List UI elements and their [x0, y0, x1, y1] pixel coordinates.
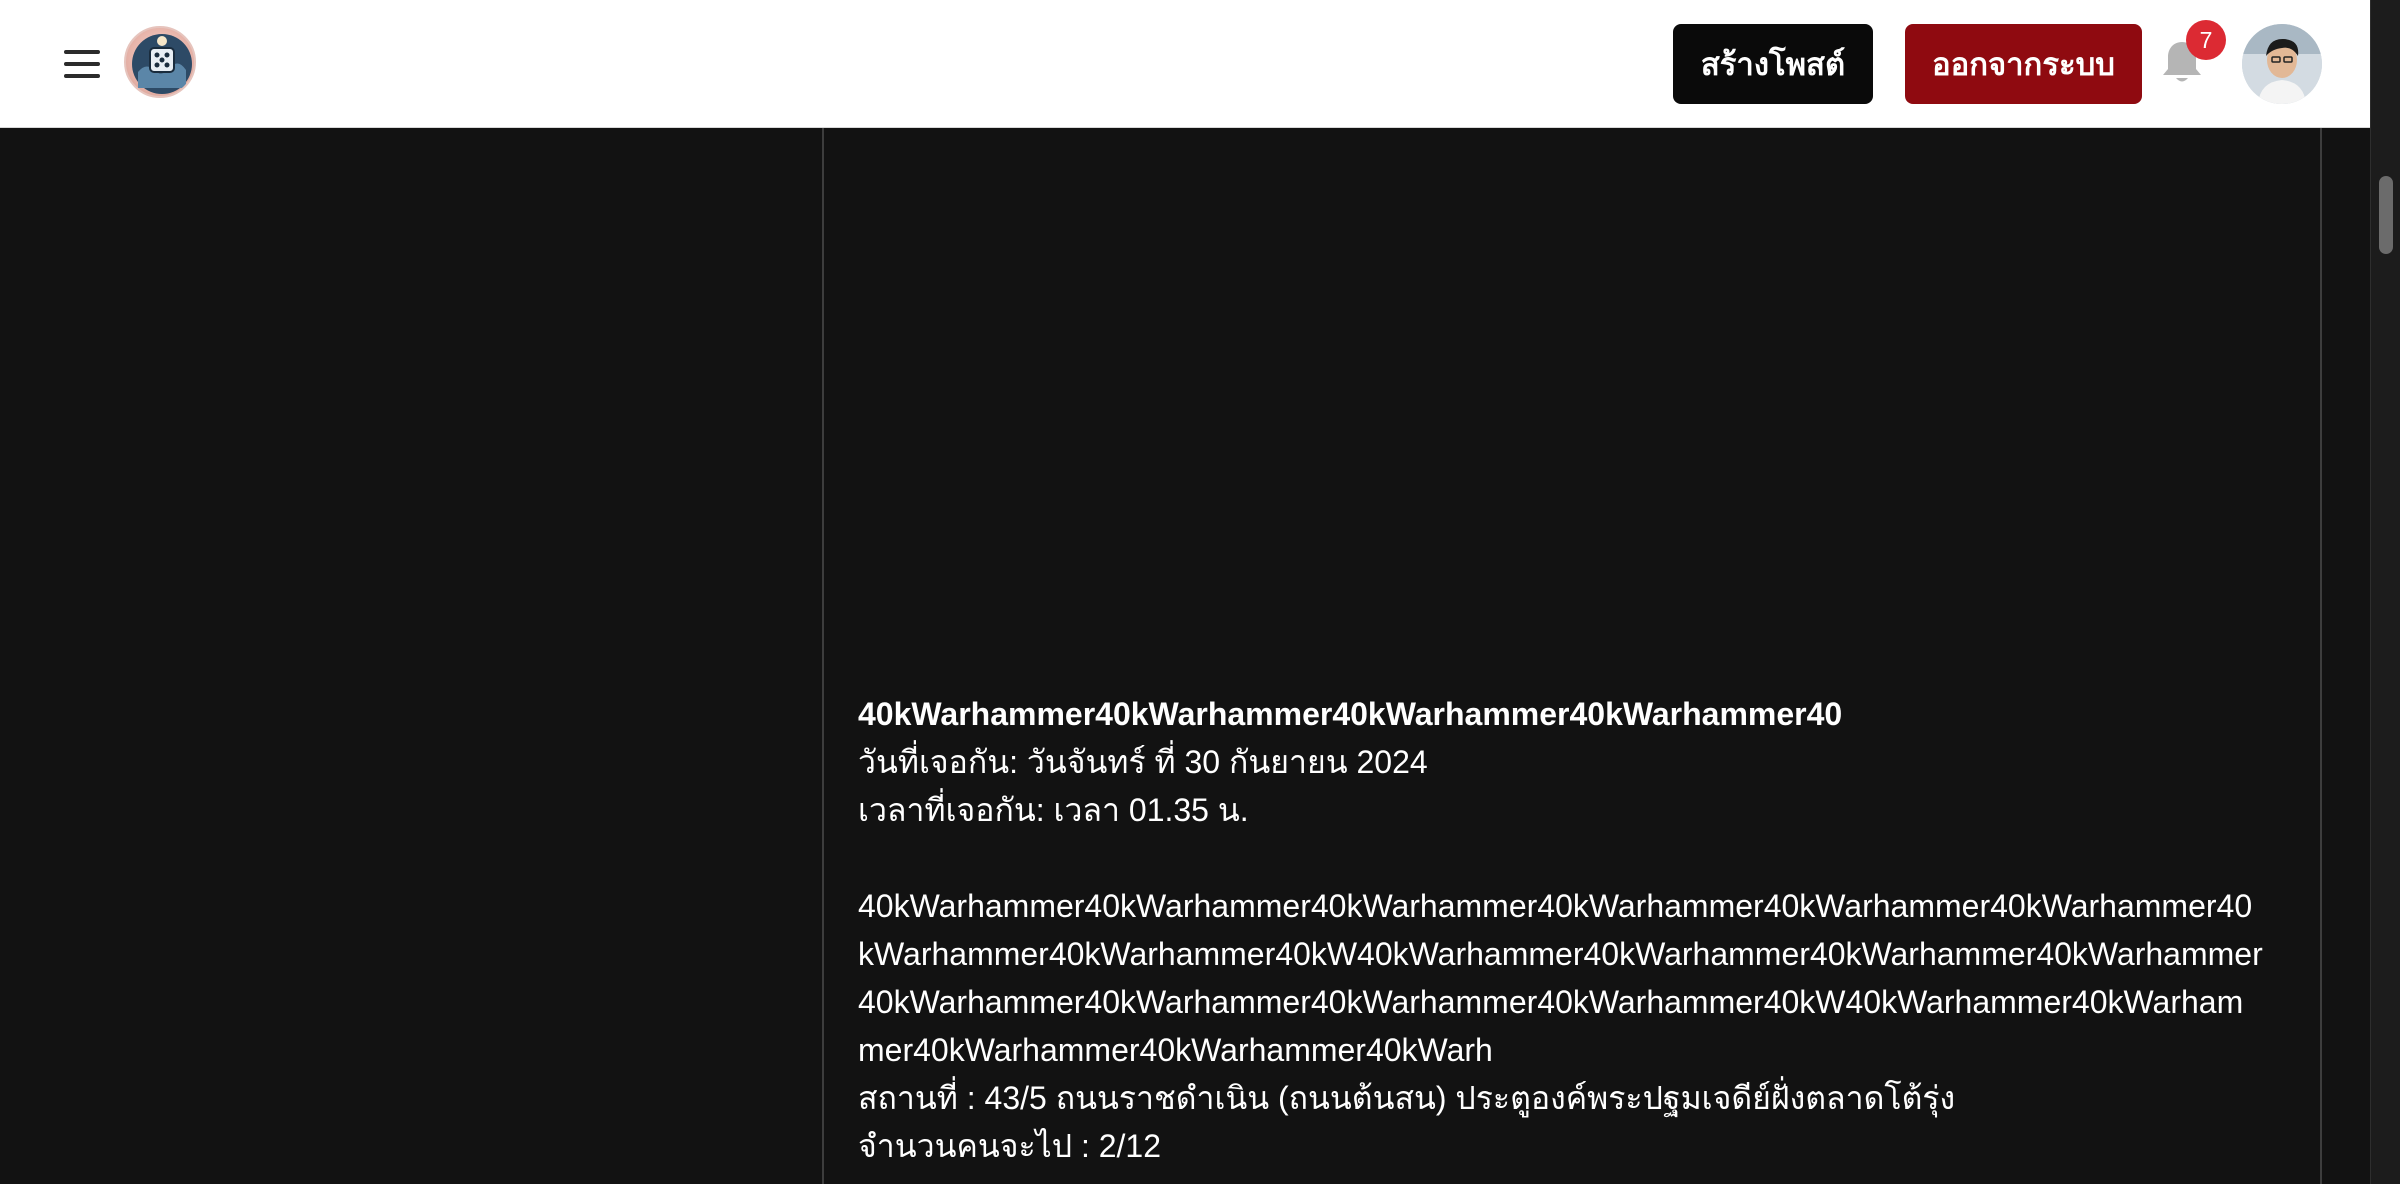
meet-time: เวลาที่เจอกัน: เวลา 01.35 น. [858, 792, 1249, 828]
page: สร้างโพสต์ ออกจากระบบ 7 40kWarhammer40kW… [0, 0, 2400, 1184]
post-title: 40kWarhammer40kWarhammer40kWarhammer40kW… [858, 696, 1843, 732]
description-line: kWarhammer40kWarhammer40kW40kWarhammer40… [858, 936, 2263, 972]
post-content: 40kWarhammer40kWarhammer40kWarhammer40kW… [858, 690, 2298, 1170]
scrollbar-thumb[interactable] [2379, 176, 2393, 254]
logout-button[interactable]: ออกจากระบบ [1905, 24, 2142, 104]
description-line: 40kWarhammer40kWarhammer40kWarhammer40kW… [858, 888, 2253, 924]
attendee-count: จำนวนคนจะไป : 2/12 [858, 1128, 1162, 1164]
description-line: 40kWarhammer40kWarhammer40kWarhammer40kW… [858, 984, 2244, 1020]
user-avatar[interactable] [2242, 24, 2322, 104]
hamburger-menu-icon[interactable] [60, 46, 106, 82]
meet-date: วันที่เจอกัน: วันจันทร์ ที่ 30 กันยายน 2… [858, 744, 1428, 780]
post-location: สถานที่ : 43/5 ถนนราชดำเนิน (ถนนต้นสน) ป… [858, 1080, 1956, 1116]
notification-badge: 7 [2186, 20, 2226, 60]
post-description: 40kWarhammer40kWarhammer40kWarhammer40kW… [858, 882, 2298, 1074]
site-logo[interactable] [124, 26, 196, 98]
create-post-button[interactable]: สร้างโพสต์ [1673, 24, 1873, 104]
post-detail-card: 40kWarhammer40kWarhammer40kWarhammer40kW… [822, 128, 2322, 1184]
description-line: mer40kWarhammer40kWarhammer40kWarh [858, 1032, 1493, 1068]
page-scrollbar[interactable] [2370, 0, 2400, 1184]
top-navbar: สร้างโพสต์ ออกจากระบบ 7 [0, 0, 2370, 128]
